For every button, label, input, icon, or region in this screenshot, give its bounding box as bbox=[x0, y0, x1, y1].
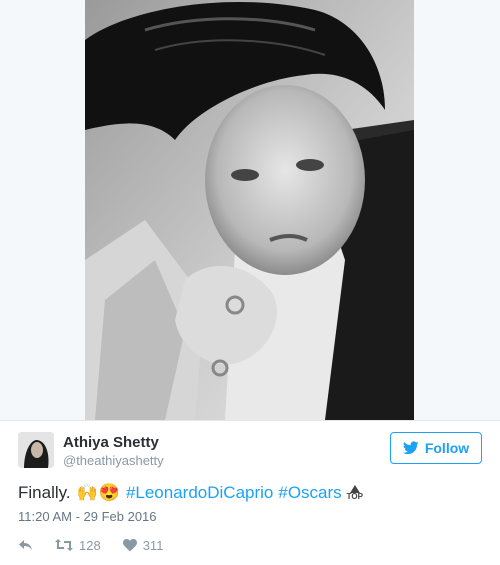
raising-hands-emoji-icon: 🙌 bbox=[76, 483, 98, 502]
retweet-count: 128 bbox=[79, 537, 101, 553]
avatar-photo-icon bbox=[18, 432, 54, 468]
follow-label: Follow bbox=[424, 440, 470, 456]
tweet-author: Athiya Shetty @theathiyashetty Follow bbox=[18, 432, 482, 470]
author-name[interactable]: Athiya Shetty bbox=[63, 434, 159, 451]
retweet-button[interactable]: 128 bbox=[55, 538, 101, 553]
like-button[interactable]: 311 bbox=[122, 537, 164, 553]
heart-eyes-emoji-icon: 😍 bbox=[98, 483, 120, 502]
tweet-media bbox=[0, 0, 500, 421]
tweet-text: Finally. 🙌 😍 #LeonardoDiCaprio #Oscars T… bbox=[18, 483, 363, 503]
tweet-timestamp[interactable]: 11:20 AM - 29 Feb 2016 bbox=[18, 509, 157, 524]
hashtag-leonardodicaprio[interactable]: #LeonardoDiCaprio bbox=[126, 483, 273, 503]
tweet-text-plain: Finally. bbox=[18, 483, 71, 502]
author-handle[interactable]: @theathiyashetty bbox=[63, 453, 164, 468]
like-count: 311 bbox=[142, 537, 164, 553]
portrait-photo-icon bbox=[85, 0, 414, 420]
tweet-actions: 128 311 bbox=[18, 536, 185, 554]
hashtag-oscars[interactable]: #Oscars bbox=[278, 483, 341, 503]
tweet-photo[interactable] bbox=[85, 0, 414, 420]
reply-icon bbox=[19, 540, 32, 550]
heart-icon bbox=[122, 538, 137, 551]
retweet-icon bbox=[55, 539, 73, 551]
top-label: TOP bbox=[346, 492, 363, 501]
follow-button[interactable]: Follow bbox=[390, 432, 482, 464]
reply-button[interactable] bbox=[18, 539, 33, 551]
twitter-bird-icon bbox=[402, 441, 419, 455]
avatar[interactable] bbox=[18, 432, 54, 468]
top-emoji-icon: TOP bbox=[347, 485, 363, 501]
